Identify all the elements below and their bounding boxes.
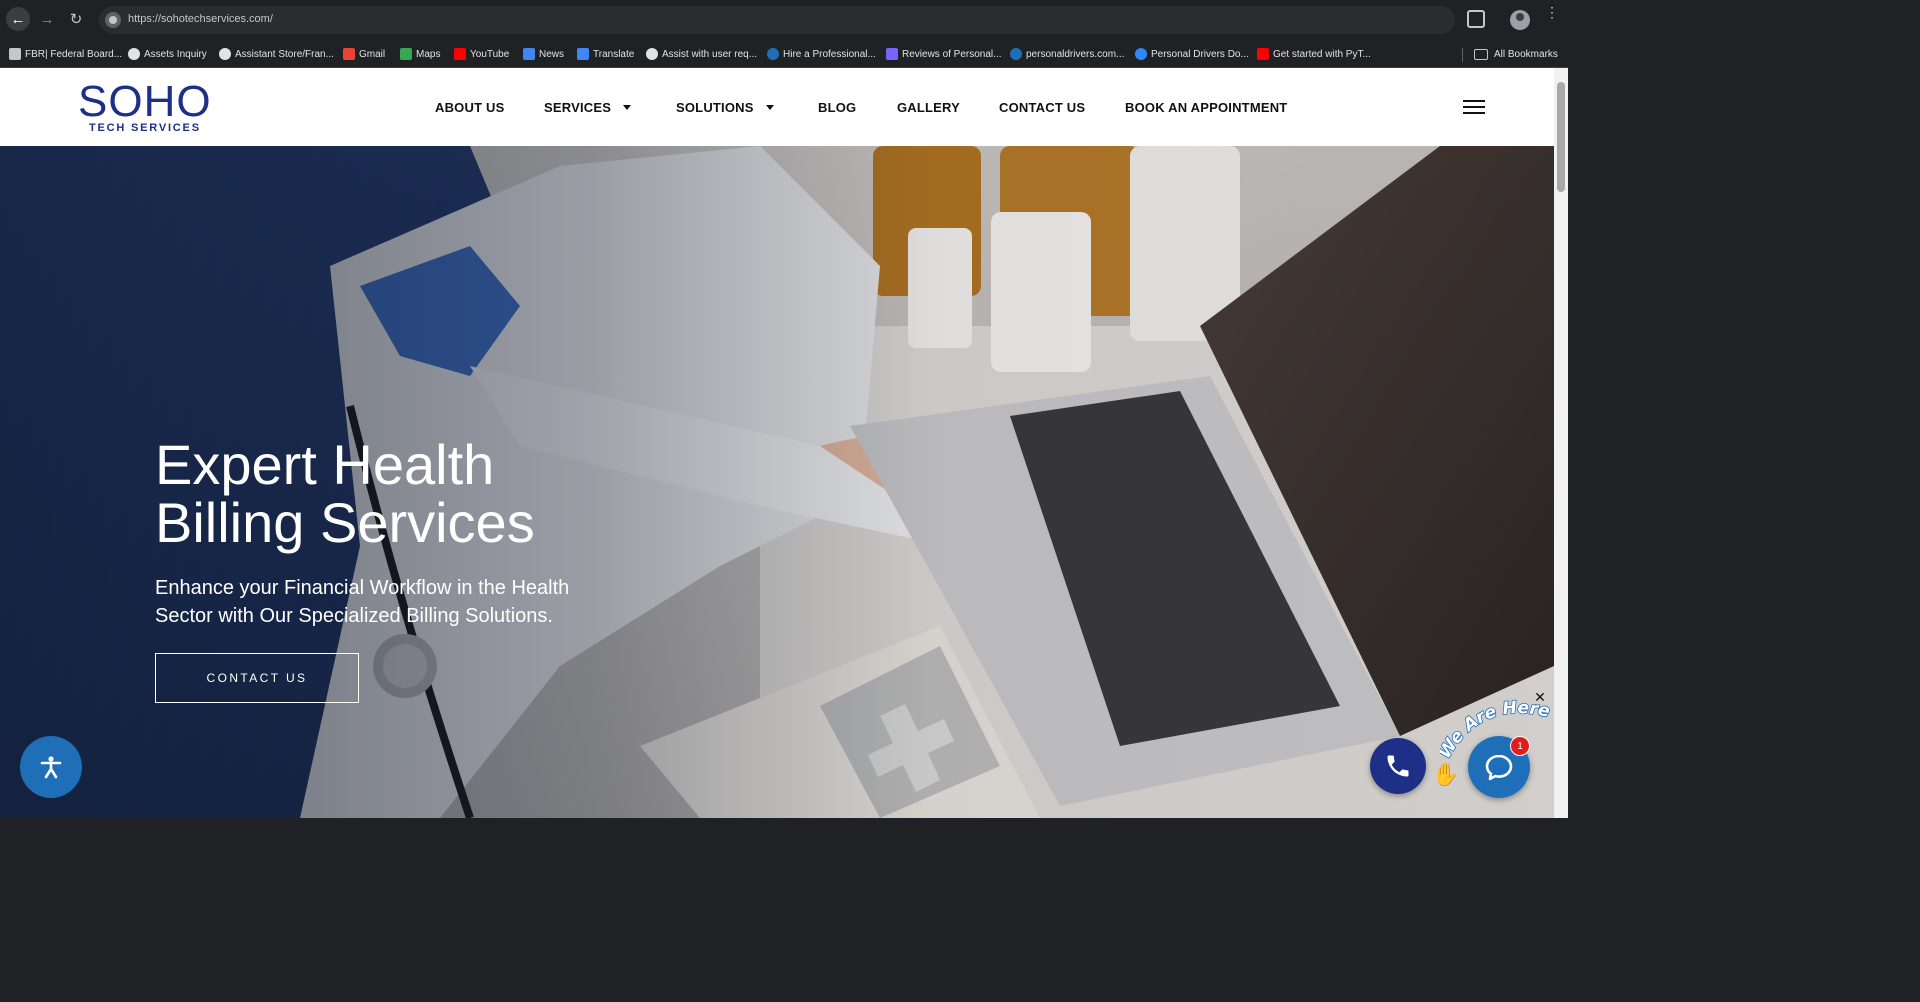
chat-bubble-icon xyxy=(1485,754,1513,781)
bookmark-item[interactable]: FBR| Federal Board... xyxy=(9,44,122,64)
site-logo[interactable]: SOHO TECH SERVICES xyxy=(78,80,220,136)
bookmark-favicon-icon xyxy=(886,48,898,60)
browser-menu-icon[interactable]: ⋮ xyxy=(1545,5,1559,19)
bookmark-item[interactable]: Assistant Store/Fran... xyxy=(219,44,334,64)
url-text[interactable]: https://sohotechservices.com/ xyxy=(128,13,273,25)
bookmark-item[interactable]: Hire a Professional... xyxy=(767,44,876,64)
back-button[interactable]: ← xyxy=(6,7,30,31)
bookmark-favicon-icon xyxy=(219,48,231,60)
bookmark-favicon-icon xyxy=(128,48,140,60)
logo-text: SOHO xyxy=(78,77,212,126)
bookmark-item[interactable]: Translate xyxy=(577,44,634,64)
caret-down-icon xyxy=(765,105,774,110)
bookmark-item[interactable]: News xyxy=(523,44,564,64)
phone-icon xyxy=(1387,755,1409,777)
hero-title: Expert Health Billing Services xyxy=(155,433,535,554)
nav-about-us[interactable]: ABOUT US xyxy=(435,100,505,115)
bookmark-item[interactable]: personaldrivers.com... xyxy=(1010,44,1124,64)
bookmark-favicon-icon xyxy=(9,48,21,60)
waving-hand-icon: ✋ xyxy=(1432,762,1460,787)
site-info-icon[interactable] xyxy=(105,12,121,28)
bookmarks-divider xyxy=(1462,48,1463,62)
reload-button[interactable]: ↻ xyxy=(65,8,87,30)
bookmark-item[interactable]: Assets Inquiry xyxy=(128,44,207,64)
translate-icon xyxy=(577,48,589,60)
nav-services[interactable]: SERVICES xyxy=(544,100,632,115)
bookmark-favicon-icon xyxy=(646,48,658,60)
youtube-icon xyxy=(1257,48,1269,60)
hero-section: Expert Health Billing Services Enhance y… xyxy=(0,146,1554,818)
nav-book-appointment[interactable]: BOOK AN APPOINTMENT xyxy=(1125,100,1287,115)
accessibility-icon xyxy=(40,756,62,779)
contact-us-button[interactable]: CONTACT US xyxy=(155,653,359,703)
bookmark-item[interactable]: YouTube xyxy=(454,44,509,64)
page-viewport: SOHO TECH SERVICES ABOUT US SERVICES SOL… xyxy=(0,68,1568,818)
cloud-icon xyxy=(1135,48,1147,60)
news-icon xyxy=(523,48,535,60)
bookmark-item[interactable]: Reviews of Personal... xyxy=(886,44,1002,64)
maps-icon xyxy=(400,48,412,60)
bookmark-item[interactable]: Maps xyxy=(400,44,440,64)
accessibility-button[interactable] xyxy=(20,736,82,798)
folder-icon xyxy=(1474,48,1488,60)
nav-blog[interactable]: BLOG xyxy=(818,100,856,115)
gmail-icon xyxy=(343,48,355,60)
address-bar[interactable]: https://sohotechservices.com/ xyxy=(99,6,1455,34)
bookmark-item[interactable]: Gmail xyxy=(343,44,385,64)
extensions-icon[interactable] xyxy=(1467,10,1485,28)
call-button[interactable] xyxy=(1370,738,1426,794)
bookmark-item[interactable]: Get started with PyT... xyxy=(1257,44,1371,64)
scrollbar-thumb[interactable] xyxy=(1557,82,1565,192)
hero-subtitle: Enhance your Financial Workflow in the H… xyxy=(155,577,570,627)
bookmark-item[interactable]: Assist with user req... xyxy=(646,44,757,64)
nav-solutions[interactable]: SOLUTIONS xyxy=(676,100,774,115)
forward-button[interactable]: → xyxy=(36,8,58,30)
caret-down-icon xyxy=(623,105,632,110)
hamburger-menu-icon[interactable] xyxy=(1463,100,1485,114)
chat-notification-badge: 1 xyxy=(1510,736,1530,756)
all-bookmarks-button[interactable]: All Bookmarks xyxy=(1474,44,1558,64)
browser-toolbar: ← → ↻ https://sohotechservices.com/ ⋮ xyxy=(0,0,1568,40)
globe-icon xyxy=(1010,48,1022,60)
bookmark-item[interactable]: Personal Drivers Do... xyxy=(1135,44,1249,64)
globe-icon xyxy=(767,48,779,60)
bookmarks-bar: FBR| Federal Board... Assets Inquiry Ass… xyxy=(0,40,1568,68)
site-header: SOHO TECH SERVICES ABOUT US SERVICES SOL… xyxy=(0,68,1554,146)
profile-avatar[interactable] xyxy=(1510,10,1530,30)
nav-gallery[interactable]: GALLERY xyxy=(897,100,960,115)
nav-contact-us[interactable]: CONTACT US xyxy=(999,100,1085,115)
youtube-icon xyxy=(454,48,466,60)
logo-tagline: TECH SERVICES xyxy=(89,122,201,134)
